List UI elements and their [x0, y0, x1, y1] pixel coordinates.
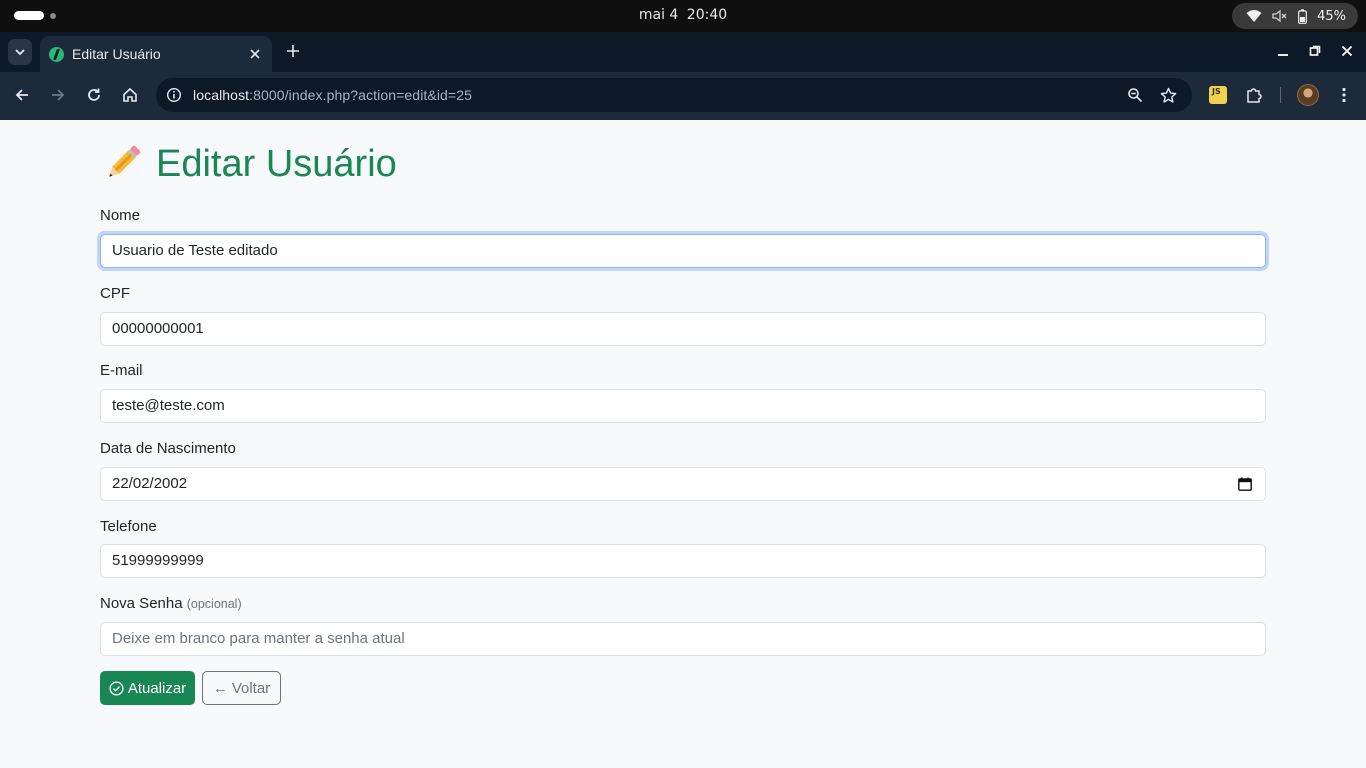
home-icon	[123, 87, 137, 102]
plus-icon	[287, 45, 299, 57]
password-optional-hint: (opcional)	[186, 597, 242, 611]
arrow-left-icon: ←	[212, 679, 228, 697]
close-window-button[interactable]	[1336, 40, 1358, 62]
volume-muted-icon	[1272, 9, 1288, 23]
profile-avatar[interactable]	[1297, 84, 1319, 106]
browser-menu-button[interactable]	[1332, 83, 1356, 107]
birthdate-input[interactable]: 22/02/2002	[100, 467, 1266, 501]
js-extension-label: JS	[1212, 87, 1221, 96]
home-button[interactable]	[118, 83, 142, 107]
email-input[interactable]: teste@teste.com	[100, 389, 1266, 423]
cpf-input-value: 00000000001	[112, 320, 204, 337]
password-input[interactable]: Deixe em branco para manter a senha atua…	[100, 622, 1266, 656]
back-button[interactable]	[10, 83, 34, 107]
page-title: Editar Usuário	[100, 140, 397, 188]
js-extension-button[interactable]: JS	[1209, 86, 1227, 104]
extensions-button[interactable]	[1242, 83, 1266, 107]
telefone-input[interactable]: 51999999999	[100, 544, 1266, 578]
tab-title: Editar Usuário	[72, 46, 161, 62]
star-icon	[1160, 87, 1176, 103]
update-button-label: Atualizar	[127, 679, 187, 697]
back-link-button[interactable]: ← Voltar	[202, 671, 281, 705]
toolbar-divider	[1280, 87, 1281, 103]
site-info-button[interactable]	[164, 85, 184, 105]
reload-button[interactable]	[82, 83, 106, 107]
battery-percentage: 45%	[1317, 8, 1346, 24]
url-host: localhost	[193, 87, 250, 103]
nome-input-value: Usuario de Teste editado	[112, 242, 278, 259]
birthdate-input-value: 22/02/2002	[112, 475, 188, 492]
system-top-bar: mai 4 20:40 45%	[0, 0, 1366, 32]
cpf-input[interactable]: 00000000001	[100, 312, 1266, 346]
arrow-left-icon	[15, 89, 28, 101]
browser-tab-strip: Editar Usuário	[0, 32, 1366, 72]
kebab-menu-icon	[1342, 87, 1346, 103]
page-title-text: Editar Usuário	[156, 142, 397, 185]
forward-button[interactable]	[46, 83, 70, 107]
clock[interactable]: mai 4 20:40	[0, 7, 1366, 23]
zoom-out-icon	[1128, 88, 1143, 103]
minimize-button[interactable]	[1272, 40, 1294, 62]
clock-time: 20:40	[686, 7, 728, 23]
password-input-placeholder: Deixe em branco para manter a senha atua…	[112, 630, 405, 647]
new-tab-button[interactable]	[282, 38, 304, 64]
minimize-icon	[1278, 54, 1288, 56]
back-button-label: Voltar	[231, 679, 271, 697]
maximize-button[interactable]	[1304, 40, 1326, 62]
info-icon	[166, 87, 182, 103]
telefone-label: Telefone	[100, 518, 157, 535]
zoom-button[interactable]	[1126, 86, 1144, 104]
close-icon	[1341, 45, 1353, 57]
tab-close-button[interactable]	[246, 45, 264, 63]
close-icon	[250, 49, 260, 59]
update-button[interactable]: Atualizar	[100, 671, 195, 705]
password-label: Nova Senha (opcional)	[100, 595, 242, 612]
tab-search-button[interactable]	[8, 39, 32, 65]
address-bar[interactable]: localhost:8000/index.php?action=edit&id=…	[156, 78, 1192, 112]
birthdate-label: Data de Nascimento	[100, 440, 236, 457]
battery-icon	[1298, 8, 1307, 24]
browser-toolbar: localhost:8000/index.php?action=edit&id=…	[0, 72, 1366, 118]
nome-label: Nome	[100, 207, 141, 224]
system-tray[interactable]: 45%	[1232, 3, 1358, 29]
chevron-down-icon	[15, 48, 25, 55]
pencil-icon	[109, 145, 141, 177]
clock-date: mai 4	[638, 7, 679, 23]
nome-input[interactable]: Usuario de Teste editado	[100, 234, 1266, 268]
cpf-label: CPF	[100, 285, 130, 302]
toolbar-bottom-edge	[0, 118, 1366, 120]
check-circle-icon	[109, 680, 124, 696]
tab-editar-usuario[interactable]: Editar Usuário	[40, 36, 272, 72]
email-label: E-mail	[100, 362, 143, 379]
reload-icon	[88, 88, 100, 101]
email-input-value: teste@teste.com	[112, 397, 225, 414]
puzzle-icon	[1247, 88, 1262, 103]
arrow-right-icon	[52, 89, 65, 101]
bookmark-button[interactable]	[1159, 86, 1177, 104]
url-text: localhost:8000/index.php?action=edit&id=…	[193, 87, 472, 103]
url-path: :8000/index.php?action=edit&id=25	[249, 87, 472, 103]
restore-icon	[1309, 45, 1321, 56]
wifi-icon	[1246, 9, 1262, 23]
site-favicon-icon	[49, 47, 64, 62]
password-label-text: Nova Senha	[100, 595, 183, 612]
calendar-icon[interactable]	[1238, 477, 1252, 491]
telefone-input-value: 51999999999	[112, 552, 204, 569]
